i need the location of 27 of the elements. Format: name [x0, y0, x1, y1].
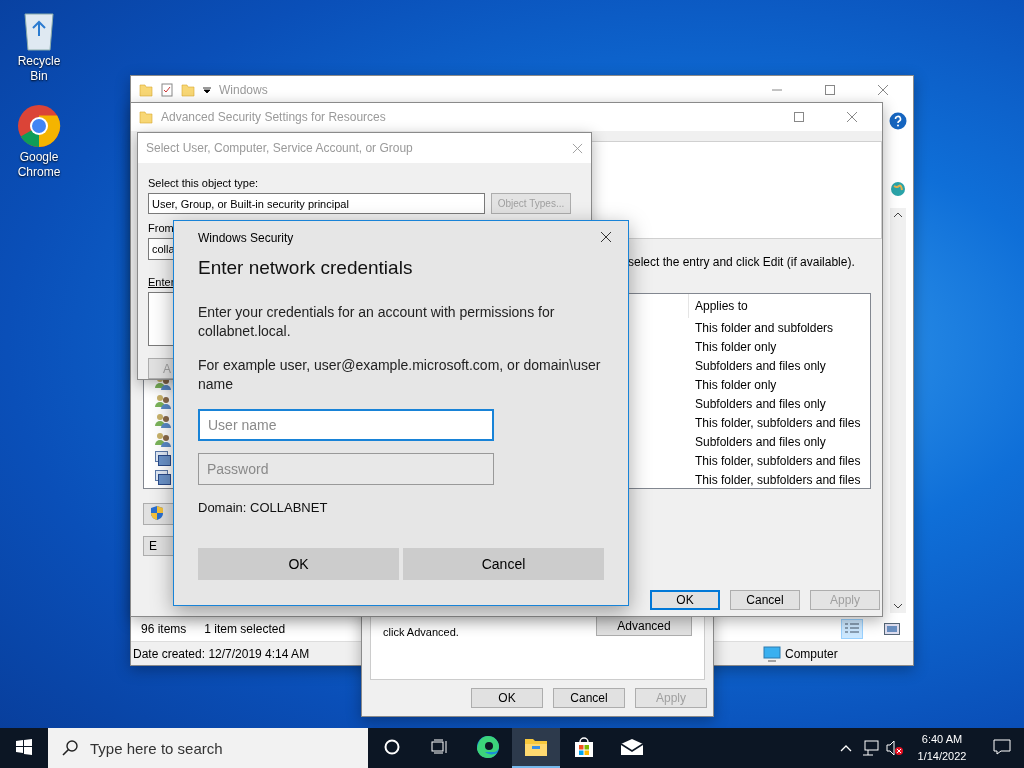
credentials-message: Enter your credentials for an account with permissions for collabnet.local. [198, 303, 556, 341]
dialog-caption: Windows Security [198, 231, 294, 245]
table-cell: This folder only [695, 377, 777, 392]
location-label: Computer [785, 646, 838, 661]
from-label: From [148, 222, 175, 234]
advanced-note: click Advanced. [383, 626, 459, 640]
domain-label: Domain: COLLABNET [198, 500, 329, 515]
table-cell: This folder, subfolders and files [695, 415, 861, 430]
table-cell: Subfolders and files only [695, 434, 826, 449]
window-title: Windows [219, 83, 268, 97]
table-cell: This folder, subfolders and files [695, 453, 861, 468]
table-cell: Subfolders and files only [695, 358, 826, 373]
object-type-label: Select this object type: [148, 177, 260, 189]
date-created: Date created: 12/7/2019 4:14 AM [133, 646, 311, 661]
table-cell: This folder and subfolders [695, 320, 834, 335]
example-text: For example user, user@example.microsoft.com, or domain\user name [198, 356, 602, 394]
table-cell: Subfolders and files only [695, 396, 826, 411]
dialog-title: Select User, Computer, Service Account, or Group [146, 141, 413, 155]
item-count: 96 items [141, 622, 187, 636]
object-type-field: User, Group, or Built-in security principal [148, 193, 485, 214]
enter-names-label: Enter [148, 276, 176, 288]
dialog-heading: Enter network credentials [198, 257, 414, 279]
instruction-text: select the entry and click Edit (if available). [628, 255, 855, 271]
window-title: Advanced Security Settings for Resources [161, 110, 386, 124]
table-cell: This folder only [695, 339, 777, 354]
selection-count: 1 item selected [204, 622, 286, 636]
table-cell: This folder, subfolders and files [695, 472, 861, 487]
